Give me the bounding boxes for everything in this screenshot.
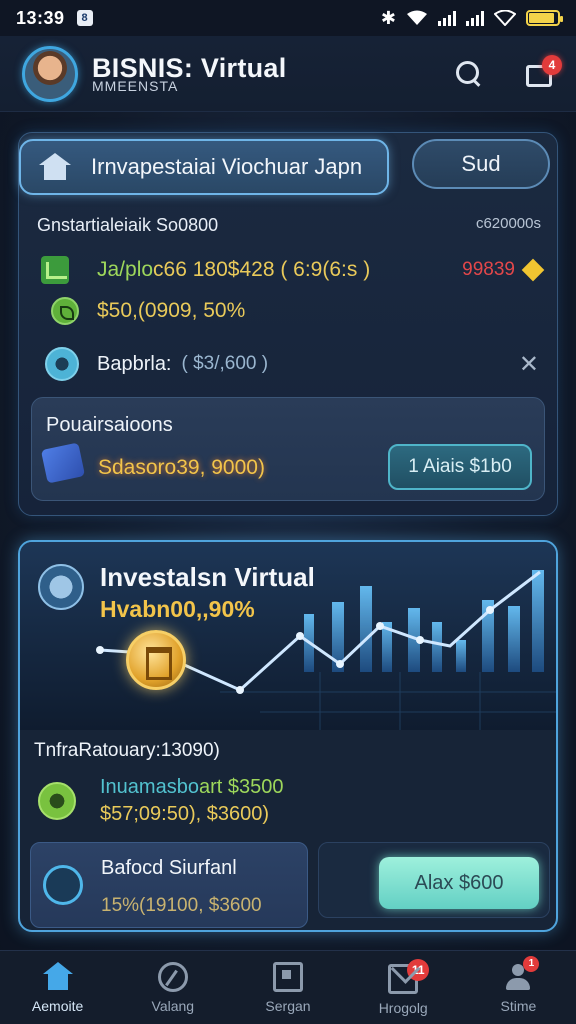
header-actions: 4 [454, 54, 562, 89]
nav-item-home[interactable]: Aemoite [0, 951, 115, 1024]
balance-panel[interactable]: Bafocd Siurfanl 15%(19100, $3600 [30, 842, 308, 928]
stat-main: c66 180$428 ( 6:9(6:s ) [153, 258, 371, 281]
nav-label: Sergan [265, 997, 311, 1014]
tab-secondary[interactable]: Sud [412, 139, 550, 189]
summary-row: Gnstartialeiaik So0800 c620000s [37, 215, 541, 236]
summary-label: Gnstartialeiaik So0800 [37, 215, 219, 235]
chart-icon [41, 256, 69, 284]
investment-card: Investalsn Virtual Hvabn00,,90% TnfraRat… [18, 540, 558, 932]
nav-label: Aemoite [31, 997, 84, 1014]
investment-row-title-b: art $3500 [198, 776, 284, 798]
battery-icon [526, 10, 563, 26]
investment-row-title-a: Inuamasbo [100, 776, 199, 798]
nav-label: Hrogolg [378, 999, 428, 1016]
status-icons: ✱ [380, 7, 563, 29]
house-icon [37, 153, 73, 181]
leaf-badge-icon [38, 782, 76, 820]
investment-row-value: $57;09:50), $3600) [100, 803, 270, 825]
investment-subtitle: Hvabn00,,90% [100, 596, 255, 622]
wifi-icon [494, 10, 516, 26]
app-indicator-icon: 8 [76, 10, 93, 26]
app-header: BISNIS: Virtual MMEENSTA 4 [0, 36, 576, 112]
notification-button[interactable]: 4 [524, 54, 562, 89]
investment-hero: Investalsn Virtual Hvabn00,,90% [20, 542, 556, 730]
wifi-icon [407, 10, 427, 25]
investment-info-line: TnfraRatouary:13090) [34, 740, 220, 761]
badge-value: ( $3/,600 ) [181, 353, 269, 374]
panel-action-button[interactable]: 1 Aiais $1b0 [388, 444, 532, 490]
notification-badge: 4 [542, 54, 562, 75]
tab-row: Irnvapestaiai Viochuar Japn Sud [19, 139, 559, 195]
percent-row: $50,(0909, 50% [51, 297, 245, 325]
nav-label: Stime [500, 997, 537, 1014]
brand: BISNIS: Virtual MMEENSTA [92, 54, 287, 93]
wallet-icon [157, 961, 188, 992]
badge-row[interactable]: Bapbrla: ( $3/,600 ) ✕ [45, 347, 541, 381]
investment-action-button[interactable]: Alax $600 [379, 857, 539, 909]
chip-icon [43, 865, 83, 905]
stat-text: Ja/ploc66 180$428 ( 6:9(6:s ) [97, 258, 370, 282]
summary-value: c620000s [475, 215, 541, 232]
percent-text: $50,(0909, 50% [97, 299, 246, 322]
tab-primary[interactable]: Irnvapestaiai Viochuar Japn [19, 139, 389, 195]
positions-panel: Pouairsaioons Sdasoro39, 9000) 1 Aiais $… [31, 397, 545, 501]
signal-icon [466, 10, 484, 26]
ticket-icon [40, 442, 86, 484]
stat-row[interactable]: Ja/ploc66 180$428 ( 6:9(6:s ) 99839 [41, 255, 545, 285]
balance-value: 15%(19100, $3600 [101, 895, 262, 916]
mail-icon: 11 [388, 958, 430, 994]
nav-item-documents[interactable]: Sergan [230, 951, 345, 1024]
document-icon [273, 961, 303, 992]
stat-prefix: Ja/plo [97, 258, 154, 281]
badge-label: Bapbrla: [97, 352, 172, 375]
coin-icon [126, 630, 186, 690]
leaf-icon [51, 297, 79, 325]
investment-row-title: Inuamasboart $3500 [100, 774, 283, 801]
stat-right-value: 99839 [462, 259, 515, 280]
shield-icon [38, 564, 84, 610]
search-icon[interactable] [454, 59, 484, 89]
diamond-icon [521, 258, 545, 282]
signal-icon [438, 10, 456, 26]
home-icon [42, 961, 73, 992]
nav-item-messages[interactable]: 11 Hrogolg [346, 951, 461, 1024]
nav-badge: 11 [407, 958, 430, 981]
avatar[interactable] [22, 45, 78, 102]
balance-name: Bafocd Siurfanl [101, 857, 237, 879]
nav-item-profile[interactable]: 1 Stime [461, 951, 576, 1024]
nav-label: Valang [151, 997, 195, 1014]
panel-title: Pouairsaioons [46, 414, 173, 436]
nav-badge: 1 [523, 955, 540, 972]
status-time: 13:39 [16, 7, 65, 28]
panel-amount: Sdasoro39, 9000) [98, 456, 265, 479]
action-panel: Alax $600 [318, 842, 550, 918]
bottom-nav: Aemoite Valang Sergan 11 Hrogolg 1 Stime [0, 950, 576, 1024]
gear-icon [45, 347, 79, 381]
investment-row[interactable]: Inuamasboart $3500 $57;09:50), $3600) [38, 774, 283, 828]
bluetooth-icon: ✱ [380, 7, 396, 28]
investment-row-texts: Inuamasboart $3500 $57;09:50), $3600) [100, 774, 283, 828]
close-icon[interactable]: ✕ [519, 350, 539, 379]
nav-item-wallet[interactable]: Valang [115, 951, 230, 1024]
user-icon: 1 [503, 955, 540, 992]
summary-card: Irnvapestaiai Viochuar Japn Sud Gnstarti… [18, 132, 558, 516]
investment-title: Investalsn Virtual [100, 562, 315, 592]
status-bar: 13:39 8 ✱ [0, 0, 576, 36]
tab-primary-label: Irnvapestaiai Viochuar Japn [91, 154, 363, 179]
